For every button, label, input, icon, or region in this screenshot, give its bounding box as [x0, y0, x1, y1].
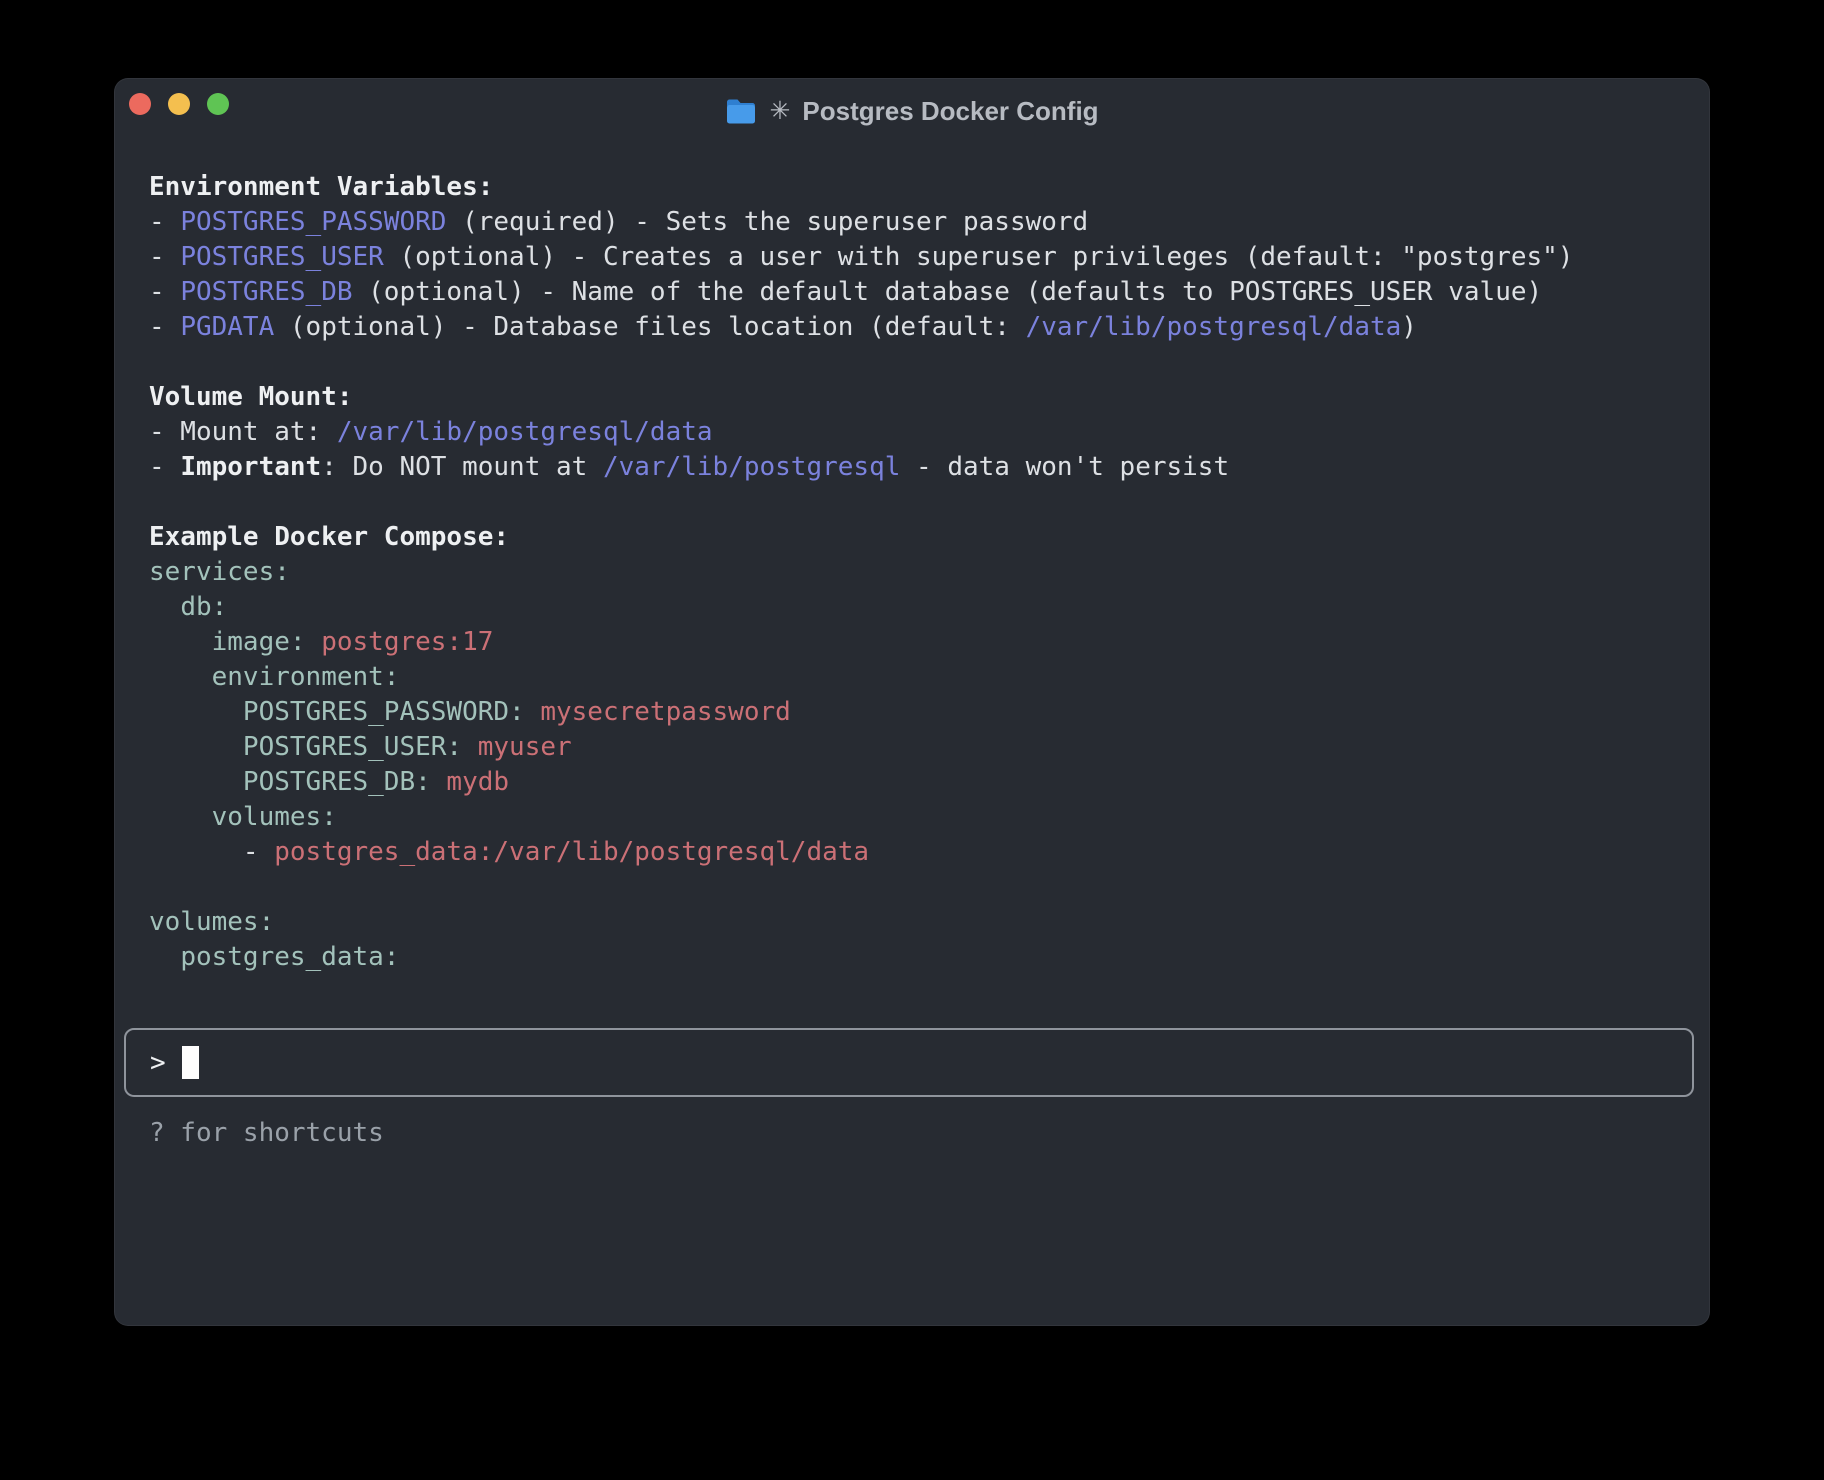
terminal-line: Environment Variables: [149, 170, 1670, 205]
terminal-text-segment [462, 732, 478, 762]
terminal-text-segment: mysecretpassword [540, 697, 790, 727]
terminal-text-segment: postgres_data:/var/lib/postgresql/data [274, 837, 869, 867]
terminal-text-segment [149, 697, 243, 727]
terminal-text-segment: image: [212, 627, 306, 657]
terminal-text-segment: (optional) - Name of the default databas… [353, 277, 1543, 307]
terminal-text-segment: POSTGRES_PASSWORD: [243, 697, 525, 727]
minimize-button[interactable] [168, 93, 190, 115]
terminal-text-segment: - [149, 837, 274, 867]
terminal-text-segment: - [149, 207, 180, 237]
folder-icon [725, 98, 757, 125]
terminal-line: - postgres_data:/var/lib/postgresql/data [149, 835, 1670, 870]
terminal-line [149, 345, 1670, 380]
terminal-text-segment [149, 767, 243, 797]
terminal-text-segment [149, 662, 212, 692]
terminal-line: Example Docker Compose: [149, 520, 1670, 555]
terminal-line: image: postgres:17 [149, 625, 1670, 660]
terminal-text-segment: /var/lib/postgresql/data [1026, 312, 1402, 342]
terminal-text-segment: myuser [478, 732, 572, 762]
terminal-text-segment: /var/lib/postgresql [603, 452, 900, 482]
terminal-text-segment: - [149, 312, 180, 342]
terminal-text-segment [149, 732, 243, 762]
terminal-text-segment: (required) - Sets the superuser password [446, 207, 1088, 237]
terminal-text-segment: mydb [446, 767, 509, 797]
terminal-text-segment: (optional) - Creates a user with superus… [384, 242, 1574, 272]
close-button[interactable] [129, 93, 151, 115]
terminal-line: POSTGRES_DB: mydb [149, 765, 1670, 800]
terminal-text-segment: Important [180, 452, 321, 482]
terminal-text-segment: : Do NOT mount at [321, 452, 603, 482]
terminal-line [149, 485, 1670, 520]
prompt-chevron: > [150, 1048, 166, 1078]
terminal-text-segment: POSTGRES_USER [180, 242, 384, 272]
app-window: ✳ Postgres Docker Config Environment Var… [114, 78, 1710, 1326]
terminal-line: services: [149, 555, 1670, 590]
terminal-text-segment: Volume Mount: [149, 382, 353, 412]
title-text: Postgres Docker Config [802, 96, 1098, 127]
terminal-text-segment [149, 592, 180, 622]
terminal-output: Environment Variables:- POSTGRES_PASSWOR… [114, 170, 1710, 975]
terminal-line: - POSTGRES_DB (optional) - Name of the d… [149, 275, 1670, 310]
shortcuts-hint: ? for shortcuts [149, 1118, 1710, 1148]
terminal-text-segment: POSTGRES_USER: [243, 732, 462, 762]
terminal-line: Volume Mount: [149, 380, 1670, 415]
terminal-line: - Important: Do NOT mount at /var/lib/po… [149, 450, 1670, 485]
terminal-text-segment [525, 697, 541, 727]
terminal-line: db: [149, 590, 1670, 625]
terminal-text-segment: /var/lib/postgresql/data [337, 417, 713, 447]
terminal-text-segment: (optional) - Database files location (de… [274, 312, 1025, 342]
terminal-line: - PGDATA (optional) - Database files loc… [149, 310, 1670, 345]
terminal-text-segment: PGDATA [180, 312, 274, 342]
terminal-text-segment: - [149, 452, 180, 482]
zoom-button[interactable] [207, 93, 229, 115]
text-cursor [182, 1046, 199, 1079]
terminal-text-segment [149, 802, 212, 832]
terminal-text-segment: - [149, 242, 180, 272]
terminal-text-segment: POSTGRES_PASSWORD [180, 207, 446, 237]
terminal-text-segment: postgres_data: [180, 942, 399, 972]
terminal-line: - Mount at: /var/lib/postgresql/data [149, 415, 1670, 450]
terminal-text-segment: - data won't persist [900, 452, 1229, 482]
terminal-text-segment: POSTGRES_DB [180, 277, 352, 307]
terminal-text-segment: Environment Variables: [149, 172, 493, 202]
terminal-text-segment: ) [1401, 312, 1417, 342]
terminal-text-segment: volumes: [149, 907, 274, 937]
window-title: ✳ Postgres Docker Config [725, 96, 1098, 127]
terminal-text-segment [431, 767, 447, 797]
terminal-text-segment [149, 942, 180, 972]
terminal-line [149, 870, 1670, 905]
terminal-line: postgres_data: [149, 940, 1670, 975]
terminal-line: volumes: [149, 905, 1670, 940]
terminal-line: POSTGRES_PASSWORD: mysecretpassword [149, 695, 1670, 730]
spark-icon: ✳ [769, 96, 790, 126]
terminal-line: volumes: [149, 800, 1670, 835]
prompt-input[interactable]: > [124, 1028, 1694, 1097]
terminal-text-segment: POSTGRES_DB: [243, 767, 431, 797]
terminal-line: - POSTGRES_USER (optional) - Creates a u… [149, 240, 1670, 275]
terminal-text-segment: services: [149, 557, 290, 587]
terminal-text-segment: Example Docker Compose: [149, 522, 509, 552]
terminal-text-segment: - Mount at: [149, 417, 337, 447]
terminal-text-segment [306, 627, 322, 657]
terminal-line: - POSTGRES_PASSWORD (required) - Sets th… [149, 205, 1670, 240]
terminal-line: POSTGRES_USER: myuser [149, 730, 1670, 765]
terminal-text-segment [149, 627, 212, 657]
terminal-text-segment: environment: [212, 662, 400, 692]
traffic-lights [129, 93, 229, 115]
title-bar: ✳ Postgres Docker Config [114, 78, 1710, 130]
terminal-line: environment: [149, 660, 1670, 695]
terminal-text-segment: postgres:17 [321, 627, 493, 657]
terminal-text-segment: volumes: [212, 802, 337, 832]
terminal-text-segment: db: [180, 592, 227, 622]
terminal-text-segment: - [149, 277, 180, 307]
